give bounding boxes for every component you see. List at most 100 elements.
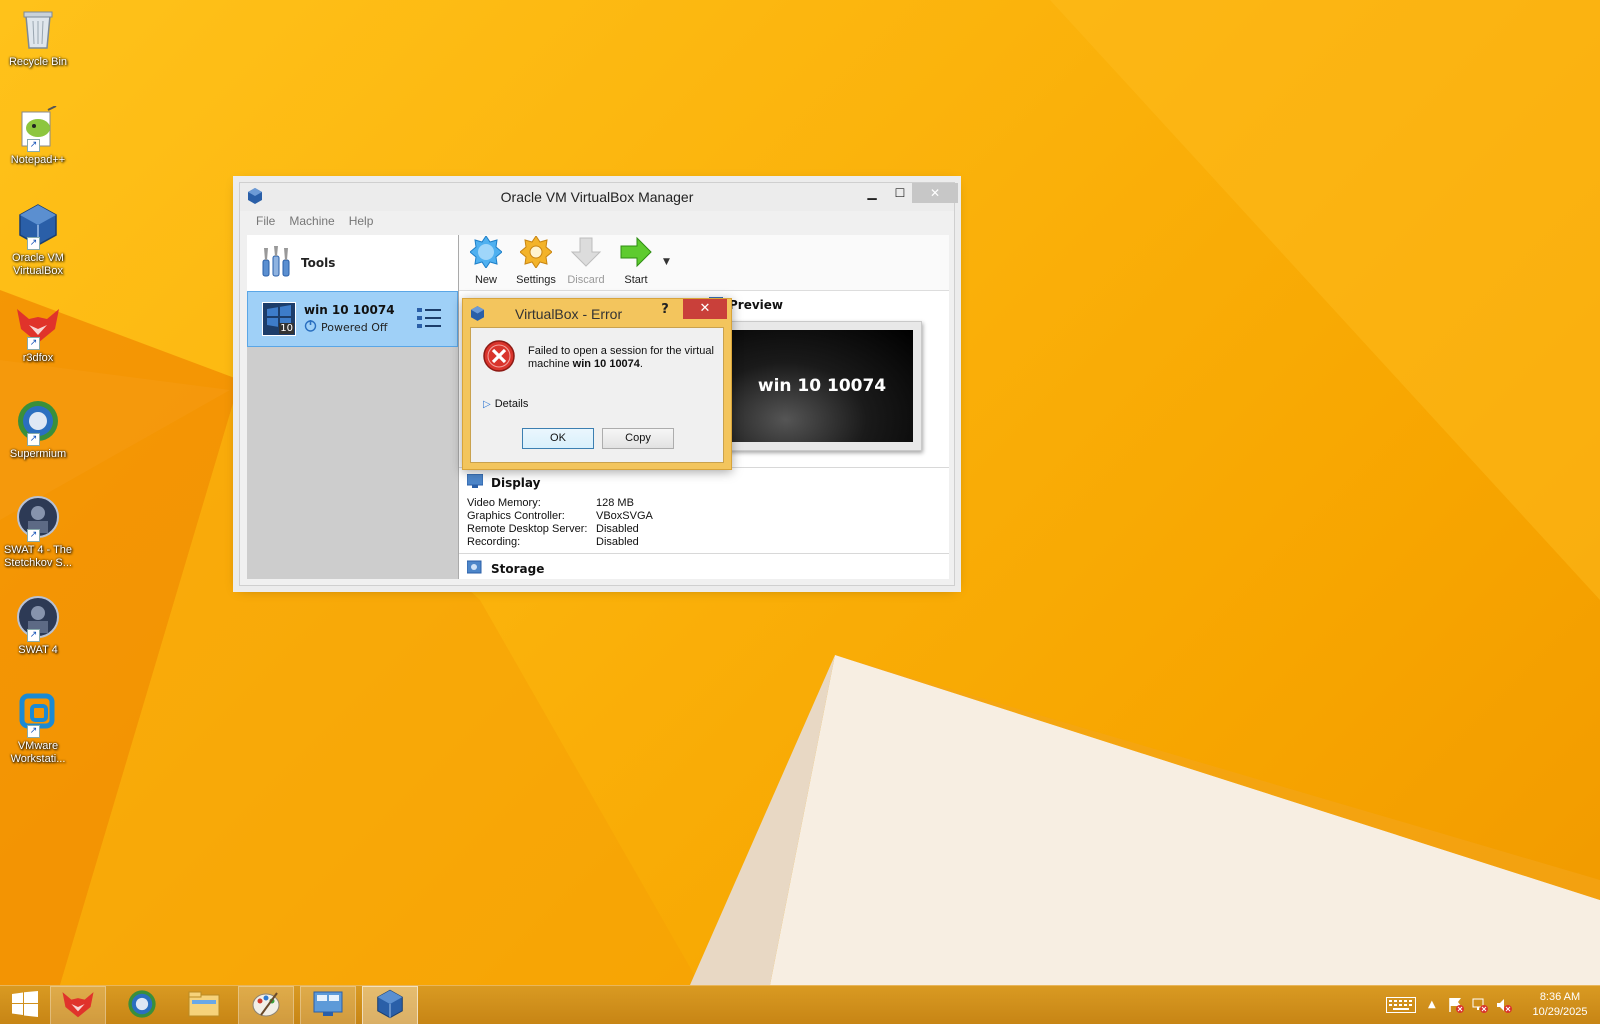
desktop-icon-notepadpp[interactable]: ↗ Notepad++ <box>2 104 74 167</box>
shortcut-arrow-icon: ↗ <box>27 629 40 642</box>
property-value: VBoxSVGA <box>596 510 653 522</box>
desktop-icon-label: SWAT 4 <box>18 644 58 656</box>
shortcut-arrow-icon: ↗ <box>27 337 40 350</box>
tools-item[interactable]: Tools <box>247 235 458 291</box>
display-monitor-icon <box>466 473 484 491</box>
settings-label: Settings <box>516 274 556 286</box>
taskbar-control-panel[interactable] <box>300 986 356 1024</box>
folder-icon <box>188 990 220 1021</box>
help-button[interactable]: ? <box>655 300 675 320</box>
dialog-close-button[interactable]: ✕ <box>683 299 727 319</box>
taskbar-file-explorer[interactable] <box>176 986 232 1024</box>
desktop-icon-label: VMware Workstati... <box>10 740 66 765</box>
settings-button[interactable]: Settings <box>513 234 559 290</box>
desktop-icon-label: SWAT 4 - The Stetchkov S... <box>3 544 73 569</box>
desktop-icon-supermium[interactable]: ↗ Supermium <box>2 398 74 461</box>
r3dfox-icon <box>61 989 95 1022</box>
display-row-video-memory: Video Memory: 128 MB <box>467 497 949 510</box>
taskbar-paint[interactable] <box>238 986 294 1024</box>
storage-header[interactable]: Storage <box>459 554 949 577</box>
menu-help[interactable]: Help <box>349 214 374 228</box>
taskbar: ▲ 8:36 AM 10/29/2025 <box>0 985 1600 1024</box>
taskbar-virtualbox[interactable] <box>362 986 418 1024</box>
copy-button[interactable]: Copy <box>602 428 674 449</box>
start-label: Start <box>624 274 648 286</box>
desktop-icon-swat4-stetchkov[interactable]: ↗ SWAT 4 - The Stetchkov S... <box>2 494 74 570</box>
shortcut-arrow-icon: ↗ <box>27 139 40 152</box>
volume-muted-icon[interactable] <box>1496 997 1512 1016</box>
desktop-icon-swat4[interactable]: ↗ SWAT 4 <box>2 594 74 657</box>
shortcut-arrow-icon: ↗ <box>27 433 40 446</box>
keyboard-icon[interactable] <box>1386 997 1416 1016</box>
desktop-icon-label: r3dfox <box>22 352 54 364</box>
vm-tools-menu-icon[interactable] <box>417 306 441 333</box>
property-key: Recording: <box>467 536 521 548</box>
control-panel-icon <box>313 990 343 1021</box>
r3dfox-icon: ↗ <box>15 302 61 350</box>
maximize-button[interactable]: ☐ <box>886 183 914 203</box>
new-label: New <box>474 274 497 286</box>
notepadpp-icon: ↗ <box>15 104 61 152</box>
system-clock[interactable]: 8:36 AM 10/29/2025 <box>1530 990 1590 1020</box>
menu-file[interactable]: File <box>256 214 275 228</box>
error-dialog-title: VirtualBox - Error <box>515 306 623 322</box>
desktop-icon-recycle-bin[interactable]: Recycle Bin <box>2 6 74 69</box>
network-icon[interactable] <box>1472 997 1488 1016</box>
virtualbox-icon <box>471 306 484 324</box>
recycle-bin-icon <box>15 6 61 52</box>
shortcut-arrow-icon: ↗ <box>27 237 40 250</box>
action-center-flag-icon[interactable] <box>1448 997 1464 1016</box>
virtualbox-icon <box>376 989 404 1022</box>
taskbar-r3dfox[interactable] <box>50 986 106 1024</box>
show-hidden-icons-chevron-up-icon[interactable]: ▲ <box>1428 999 1436 1010</box>
display-section: Display Video Memory: 128 MB Graphics Co… <box>459 467 949 553</box>
window-title: Oracle VM VirtualBox Manager <box>500 189 694 205</box>
storage-section: Storage <box>459 553 949 579</box>
start-button[interactable]: Start <box>613 234 659 290</box>
taskbar-supermium[interactable] <box>114 986 170 1024</box>
clock-date: 10/29/2025 <box>1532 1006 1588 1018</box>
gear-icon <box>519 235 553 271</box>
paint-palette-icon <box>251 989 281 1022</box>
property-value: Disabled <box>596 523 639 535</box>
title-bar[interactable]: Oracle VM VirtualBox Manager ▁ ☐ ✕ <box>240 183 958 211</box>
storage-heading: Storage <box>491 561 545 576</box>
desktop-icon-r3dfox[interactable]: ↗ r3dfox <box>2 302 74 365</box>
windows10-vm-icon: 10 <box>262 302 296 336</box>
start-dropdown-chevron-icon[interactable]: ▼ <box>663 234 673 290</box>
machine-list-pane: Tools 10 win 10 10074 Powered Off <box>247 235 459 579</box>
vm-state: Powered Off <box>304 319 395 335</box>
virtualbox-icon: ↗ <box>15 202 61 250</box>
error-message: Failed to open a session for the virtual… <box>528 345 718 371</box>
display-header[interactable]: Display <box>459 468 949 491</box>
swat4-icon: ↗ <box>15 594 61 642</box>
desktop-icon-vmware[interactable]: ↗ VMware Workstati... <box>2 690 74 766</box>
main-toolbar: New Settings Discard Start ▼ <box>459 235 949 291</box>
preview-screen: win 10 10074 <box>731 330 913 442</box>
tools-label: Tools <box>301 256 336 270</box>
vm-state-label: Powered Off <box>321 320 388 334</box>
desktop-icon-virtualbox[interactable]: ↗ Oracle VM VirtualBox <box>2 202 74 278</box>
tools-icon <box>261 245 291 281</box>
vm-version-badge: 10 <box>279 323 294 334</box>
windows-logo-icon <box>12 991 38 1020</box>
details-toggle[interactable]: ▷ Details <box>483 398 528 410</box>
new-button[interactable]: New <box>463 234 509 290</box>
vmware-icon: ↗ <box>15 690 61 738</box>
clock-time: 8:36 AM <box>1539 991 1581 1003</box>
close-button[interactable]: ✕ <box>912 183 958 203</box>
supermium-icon: ↗ <box>15 398 61 446</box>
display-row-graphics-controller: Graphics Controller: VBoxSVGA <box>467 510 949 523</box>
preview-heading: Preview <box>729 297 784 312</box>
preview-frame: win 10 10074 <box>722 321 922 451</box>
ok-button[interactable]: OK <box>522 428 594 449</box>
vm-list-item[interactable]: 10 win 10 10074 Powered Off <box>247 291 458 347</box>
expand-triangle-icon: ▷ <box>483 398 491 410</box>
discard-button[interactable]: Discard <box>563 234 609 290</box>
new-icon <box>469 235 503 271</box>
minimize-button[interactable]: ▁ <box>858 183 886 203</box>
menu-machine[interactable]: Machine <box>289 214 334 228</box>
error-dialog-title-bar[interactable]: VirtualBox - Error ? ✕ <box>463 299 731 327</box>
desktop-icon-label: Recycle Bin <box>8 56 68 68</box>
start-windows-button[interactable] <box>0 986 50 1024</box>
